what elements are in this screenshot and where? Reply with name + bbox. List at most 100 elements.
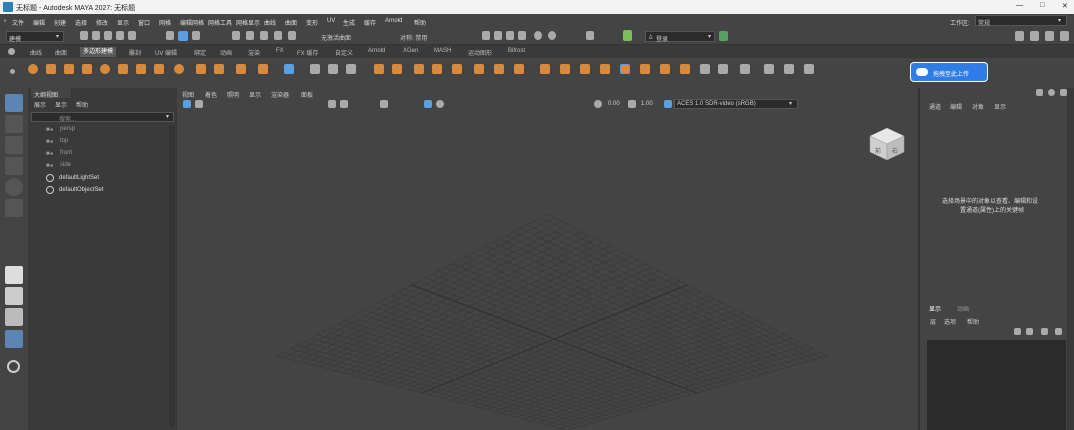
snap-point-icon[interactable] xyxy=(260,31,268,40)
merge-icon[interactable] xyxy=(474,64,484,74)
live-surface-label[interactable]: 无激活曲面 xyxy=(321,33,351,42)
attribute-editor-toggle-icon[interactable] xyxy=(1030,31,1039,41)
save-scene-icon[interactable] xyxy=(104,31,112,40)
poly-plane-icon[interactable] xyxy=(118,64,128,74)
tab-display-layers[interactable]: 显示 xyxy=(929,304,941,313)
snap-curve-icon[interactable] xyxy=(246,31,254,40)
mode-dropdown[interactable]: 建模 ▾ xyxy=(6,31,64,43)
symmetry-label[interactable]: 对称: 禁用 xyxy=(400,33,427,42)
panel-divider[interactable] xyxy=(918,88,920,430)
shelf-tab-animation[interactable]: 动画 xyxy=(220,48,232,57)
poly-type-icon[interactable] xyxy=(214,64,224,74)
boolean-icon[interactable] xyxy=(514,64,524,74)
ipr-render-icon[interactable] xyxy=(506,31,514,40)
maximize-button[interactable]: □ xyxy=(1040,2,1044,9)
uv-editor-icon[interactable] xyxy=(764,64,774,74)
snap-grid-icon[interactable] xyxy=(232,31,240,40)
poly-platonic-icon[interactable] xyxy=(154,64,164,74)
lasso-tool-icon[interactable] xyxy=(5,115,23,133)
menu-cache[interactable]: 缓存 xyxy=(364,18,376,27)
poly-cube-icon[interactable] xyxy=(46,64,56,74)
menu-mesh[interactable]: 网格 xyxy=(159,18,171,27)
new-scene-icon[interactable] xyxy=(80,31,88,40)
marketplace-icon[interactable] xyxy=(719,31,728,41)
menu-file[interactable]: 文件 xyxy=(12,18,24,27)
outliner-menu-show[interactable]: 展示 xyxy=(34,100,46,109)
shelf-tab-poly-modeling[interactable]: 多边形建模 xyxy=(80,47,117,57)
separate-icon[interactable] xyxy=(328,64,338,74)
layer-menu-help[interactable]: 帮助 xyxy=(967,317,979,326)
shelf-tab-custom[interactable]: 自定义 xyxy=(335,48,353,57)
shelf-tab-rendering[interactable]: 渲染 xyxy=(248,48,260,57)
modeling-toolkit-icon[interactable] xyxy=(623,30,632,41)
two-view-layout-icon[interactable] xyxy=(5,308,23,326)
view-cube[interactable]: 前 右 xyxy=(867,126,907,162)
select-tool-icon[interactable] xyxy=(5,94,23,112)
sweep-mesh-icon[interactable] xyxy=(196,64,206,74)
channel-menu-show[interactable]: 显示 xyxy=(994,102,1006,111)
poly-cylinder-icon[interactable] xyxy=(64,64,74,74)
sculpt-brush-icon[interactable] xyxy=(740,64,750,74)
wedge-icon[interactable] xyxy=(700,64,710,74)
select-hierarchy-icon[interactable] xyxy=(166,31,174,40)
rotate-tool-icon[interactable] xyxy=(5,178,23,196)
menu-arnold[interactable]: Arnold xyxy=(385,18,402,24)
menu-tearoff-icon[interactable]: ▸ xyxy=(4,17,7,24)
four-view-layout-icon[interactable] xyxy=(5,287,23,305)
collapse-icon[interactable] xyxy=(494,64,504,74)
layer-menu-options[interactable]: 选项 xyxy=(944,317,956,326)
super-shape-icon[interactable] xyxy=(174,64,184,74)
menu-curves[interactable]: 曲线 xyxy=(264,18,276,27)
menu-create[interactable]: 创建 xyxy=(54,18,66,27)
single-perspective-layout-icon[interactable] xyxy=(5,266,23,284)
poly-cone-icon[interactable] xyxy=(82,64,92,74)
uv-layout-icon[interactable] xyxy=(804,64,814,74)
shelf-tab-xgen[interactable]: XGen xyxy=(403,48,418,54)
move-tool-icon[interactable] xyxy=(5,157,23,175)
minimize-button[interactable]: — xyxy=(1016,2,1023,9)
new-layer-icon[interactable] xyxy=(1041,328,1048,335)
type-icon[interactable] xyxy=(236,64,246,74)
paint-select-icon[interactable] xyxy=(5,136,23,154)
outliner-menu-help[interactable]: 帮助 xyxy=(76,100,88,109)
poly-disc-icon[interactable] xyxy=(136,64,146,74)
bridge-icon[interactable] xyxy=(414,64,424,74)
pin-icon[interactable] xyxy=(1036,89,1043,96)
layer-list[interactable] xyxy=(927,340,1066,430)
shelf-tab-curves[interactable]: 曲线 xyxy=(30,48,42,57)
toggle-panel-icon[interactable] xyxy=(586,31,594,40)
menu-select[interactable]: 选择 xyxy=(75,18,87,27)
fill-hole-icon[interactable] xyxy=(452,64,462,74)
menu-edit-mesh[interactable]: 编辑网格 xyxy=(180,18,204,27)
menu-surfaces[interactable]: 曲面 xyxy=(285,18,297,27)
menu-modify[interactable]: 修改 xyxy=(96,18,108,27)
modeling-toolkit-toggle-icon[interactable] xyxy=(1015,31,1024,41)
menu-mesh-display[interactable]: 网格显示 xyxy=(236,18,260,27)
layer-move-up-icon[interactable] xyxy=(1014,328,1021,335)
login-dropdown[interactable]: ♙ 登录 ▾ xyxy=(645,31,715,43)
menu-deform[interactable]: 变形 xyxy=(306,18,318,27)
close-button[interactable]: ✕ xyxy=(1062,2,1068,10)
shelf-menu-icon[interactable] xyxy=(10,69,15,74)
workspace-dropdown[interactable]: 常规 ▾ xyxy=(975,15,1067,27)
outliner-search-input[interactable]: 搜索... ▾ xyxy=(31,112,174,123)
channel-box-toggle-icon[interactable] xyxy=(1060,31,1069,41)
menu-mesh-tools[interactable]: 网格工具 xyxy=(208,18,232,27)
append-icon[interactable] xyxy=(432,64,442,74)
shelf-tab-rigging[interactable]: 绑定 xyxy=(194,48,206,57)
uv-unfold-icon[interactable] xyxy=(784,64,794,74)
poly-sphere-icon[interactable] xyxy=(28,64,38,74)
select-components-icon[interactable] xyxy=(192,31,200,40)
shelf-tab-arnold[interactable]: Arnold xyxy=(368,48,385,54)
poke-icon[interactable] xyxy=(680,64,690,74)
menu-uv[interactable]: UV xyxy=(327,18,335,24)
snap-view-icon[interactable] xyxy=(274,31,282,40)
redo-icon[interactable] xyxy=(128,31,136,40)
menu-display[interactable]: 显示 xyxy=(117,18,129,27)
circularize-icon[interactable] xyxy=(718,64,728,74)
menu-edit[interactable]: 编辑 xyxy=(33,18,45,27)
channel-menu-object[interactable]: 对象 xyxy=(972,102,984,111)
menu-help[interactable]: 帮助 xyxy=(414,18,426,27)
hypershade-icon[interactable] xyxy=(534,31,542,40)
arnold-render-icon[interactable] xyxy=(548,31,556,40)
